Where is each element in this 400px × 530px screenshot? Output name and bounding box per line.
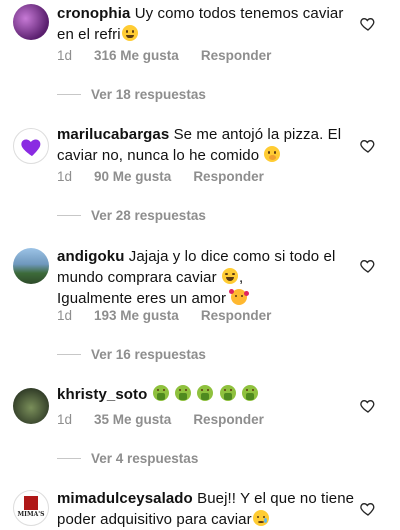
divider-line <box>57 354 81 355</box>
reply-button[interactable]: Responder <box>193 412 264 427</box>
view-replies-button[interactable]: Ver 28 respuestas <box>57 208 206 223</box>
heart-icon[interactable] <box>360 16 376 32</box>
username[interactable]: andigoku <box>57 248 124 265</box>
vomiting-emoji <box>197 385 214 401</box>
avatar[interactable] <box>13 248 49 284</box>
comment-time: 1d <box>57 48 73 63</box>
likes-count[interactable]: 316 Me gusta <box>94 48 179 63</box>
reply-button[interactable]: Responder <box>193 169 264 184</box>
avatar[interactable]: MIMA'S <box>13 490 49 526</box>
divider-line <box>57 215 81 216</box>
username[interactable]: mimadulceysalado <box>57 490 193 507</box>
heart-icon[interactable] <box>360 138 376 154</box>
avatar[interactable] <box>13 4 49 40</box>
likes-count[interactable]: 35 Me gusta <box>94 412 171 427</box>
hand-over-mouth-emoji <box>264 146 281 162</box>
likes-count[interactable]: 193 Me gusta <box>94 308 179 323</box>
comment-time: 1d <box>57 308 73 323</box>
vomiting-emoji <box>174 385 191 401</box>
vomiting-emoji <box>152 385 169 401</box>
vomiting-emoji <box>219 385 236 401</box>
divider-line <box>57 94 81 95</box>
reply-button[interactable]: Responder <box>201 48 272 63</box>
logo-mark <box>24 496 38 510</box>
view-replies-button[interactable]: Ver 4 respuestas <box>57 451 198 466</box>
heart-icon[interactable] <box>360 398 376 414</box>
view-replies-button[interactable]: Ver 16 respuestas <box>57 347 206 362</box>
comment-time: 1d <box>57 412 73 427</box>
reply-button[interactable]: Responder <box>201 308 272 323</box>
divider-line <box>57 458 81 459</box>
avatar[interactable] <box>13 128 49 164</box>
grinning-sweat-emoji <box>121 25 138 41</box>
username[interactable]: khristy_soto <box>57 386 147 403</box>
username[interactable]: cronophia <box>57 5 130 22</box>
smiling-hearts-emoji <box>229 289 250 305</box>
avatar-logo-text: MIMA'S <box>17 511 45 518</box>
comment-text-line2: Igualmente eres un amor <box>57 290 227 307</box>
purple-heart-icon <box>21 139 41 156</box>
heart-icon[interactable] <box>360 501 376 517</box>
likes-count[interactable]: 90 Me gusta <box>94 169 171 184</box>
comment-time: 1d <box>57 169 73 184</box>
username[interactable]: marilucabargas <box>57 126 169 143</box>
vomiting-emoji <box>241 385 258 401</box>
crying-emoji <box>252 510 269 526</box>
heart-icon[interactable] <box>360 258 376 274</box>
view-replies-button[interactable]: Ver 18 respuestas <box>57 87 206 102</box>
laughing-emoji <box>221 268 238 284</box>
avatar[interactable] <box>13 388 49 424</box>
